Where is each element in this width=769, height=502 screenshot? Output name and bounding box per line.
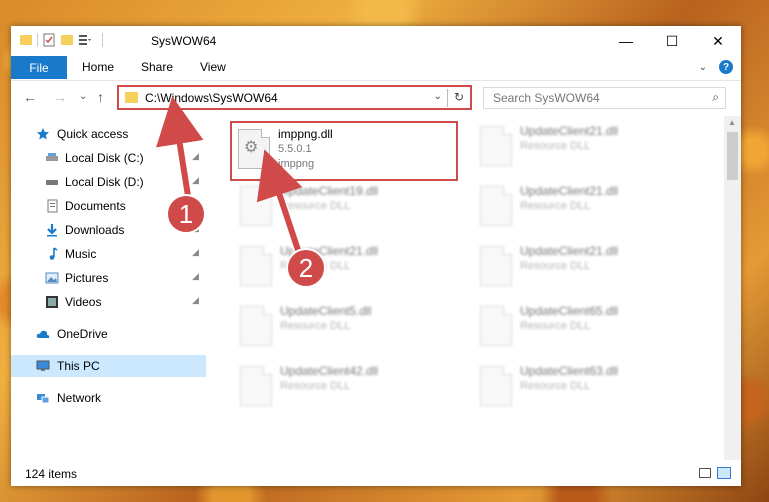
- callout-1: 1: [166, 194, 206, 234]
- callout-2: 2: [286, 248, 326, 288]
- annotation-arrows: [156, 96, 303, 252]
